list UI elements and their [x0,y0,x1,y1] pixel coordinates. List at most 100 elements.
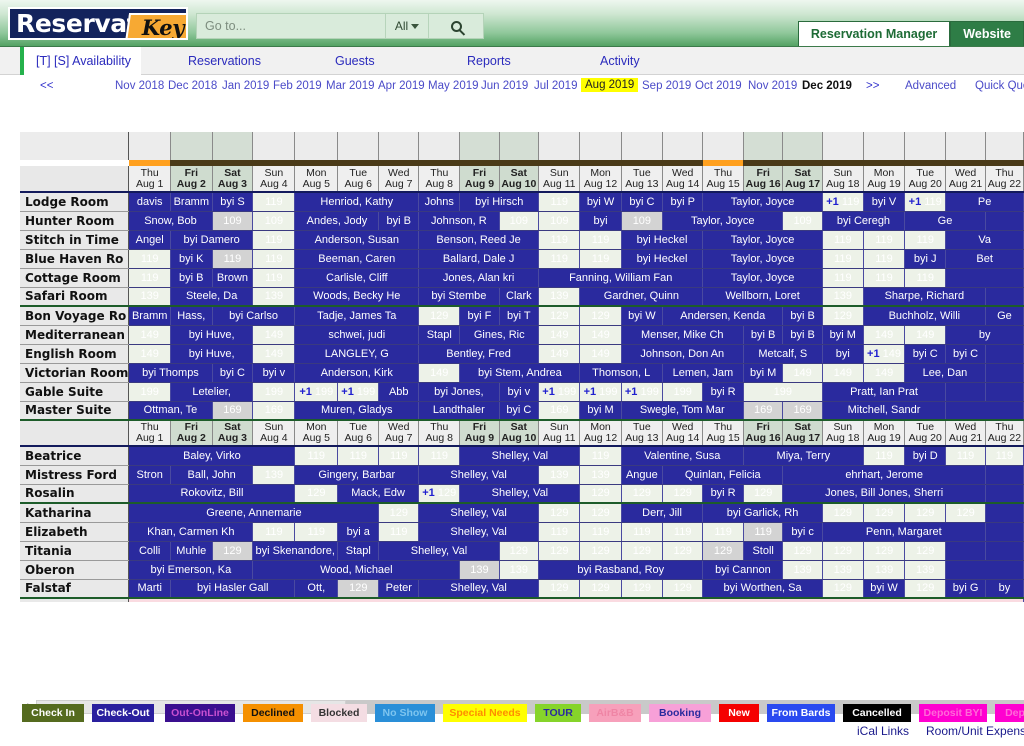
rate-cell[interactable]: 119 [252,249,296,269]
reservation-cell[interactable]: Ball, John [170,465,254,485]
room-name-cell[interactable]: Safari Room [20,287,130,307]
legend-item-tour[interactable]: TOUR [535,704,581,722]
reservation-cell[interactable]: byi C [621,192,664,212]
reservation-cell[interactable]: Taylor, Joyce [702,230,823,250]
reservation-cell[interactable]: byi Heckel [621,230,704,250]
rate-cell[interactable]: 119 [904,268,947,288]
reservation-cell[interactable]: byi C [904,344,947,364]
day-header-mid-19[interactable]: Tue Aug 20 [904,420,947,447]
month-link-8[interactable]: Jun 2019 [481,80,528,92]
reservation-cell[interactable]: Muhle [170,541,213,561]
rate-cell[interactable]: 149 [579,325,622,345]
rate-cell[interactable]: 129 [662,579,704,599]
reservation-cell[interactable]: Derr, Jill [621,503,704,523]
day-header-mid-17[interactable]: Sun Aug 18 [822,420,864,447]
rate-cell[interactable]: +1 149 [863,344,906,364]
reservation-cell[interactable]: schwei, judi [294,325,420,345]
reservation-cell[interactable]: Shelley, Val [459,484,581,504]
day-header-top-12[interactable]: Tue Aug 13 [621,166,664,193]
month-link-6[interactable]: Apr 2019 [378,80,425,92]
rate-cell[interactable]: 119 [418,446,461,466]
reservation-cell[interactable]: Stapl [337,541,380,561]
rate-cell[interactable]: 129 [212,541,254,561]
month-link-1[interactable]: Nov 2018 [115,80,164,92]
reservation-cell[interactable]: Bet [945,249,1024,269]
reservation-cell[interactable]: LANGLEY, G [294,344,420,364]
rate-cell[interactable]: 129 [621,484,664,504]
reservation-cell[interactable]: byi M [579,401,622,421]
reservation-cell[interactable]: byi P [662,192,704,212]
day-header-mid-0[interactable]: Thu Aug 1 [128,420,171,447]
rate-cell[interactable]: 119 [621,522,664,542]
reservation-cell[interactable]: byi Carlso [212,306,296,326]
reservation-cell[interactable] [985,484,1024,504]
reservation-cell[interactable]: byi Cannon [702,560,784,580]
reservation-cell[interactable]: Peter [378,579,420,599]
rate-cell[interactable]: 129 [743,484,784,504]
legend-item-airb-b[interactable]: AirB&B [589,704,641,722]
rate-cell[interactable]: 139 [822,287,864,307]
rate-cell[interactable]: 129 [662,541,704,561]
rate-cell[interactable]: 149 [863,363,906,383]
month-link-16[interactable]: Advanced [905,80,956,92]
rate-cell[interactable]: 129 [822,306,864,326]
month-link-11[interactable]: Sep 2019 [642,80,691,92]
rate-cell[interactable]: 119 [945,446,986,466]
rate-cell[interactable]: 119 [579,230,622,250]
reservation-cell[interactable]: byi T [499,306,540,326]
reservation-cell[interactable]: Shelley, Val [418,503,540,523]
month-link-7[interactable]: May 2019 [428,80,479,92]
reservation-cell[interactable]: Johns [418,192,461,212]
rate-cell[interactable]: 149 [418,363,461,383]
reservation-cell[interactable]: byi R [702,484,744,504]
rate-cell[interactable]: 119 [538,522,581,542]
blocked-cell[interactable] [128,598,1024,602]
reservation-cell[interactable]: davis [128,192,171,212]
rate-cell[interactable]: 119 [378,446,420,466]
reservation-cell[interactable]: Mitchell, Sandr [822,401,947,421]
global-search[interactable]: All [196,13,484,39]
reservation-cell[interactable]: Shelley, Val [418,579,540,599]
reservation-cell[interactable]: Hass, [170,306,213,326]
reservation-cell[interactable]: Lee, Dan [904,363,986,383]
rate-cell[interactable]: 149 [822,363,864,383]
room-name-cell[interactable]: Elizabeth [20,522,130,542]
legend-item-no-show[interactable]: No Show [375,704,435,722]
rate-cell[interactable]: 129 [702,541,744,561]
reservation-cell[interactable]: Taylor, Joyce [662,211,784,231]
day-header-top-13[interactable]: Wed Aug 14 [662,166,704,193]
day-header-top-16[interactable]: Sat Aug 17 [782,166,823,193]
search-scope-select[interactable]: All [385,14,429,38]
reservation-cell[interactable]: by [985,579,1024,599]
rate-cell[interactable]: 199 [662,382,704,402]
day-header-mid-4[interactable]: Mon Aug 5 [294,420,339,447]
day-header-top-9[interactable]: Sat Aug 10 [499,166,540,193]
rate-cell[interactable]: 119 [863,230,906,250]
reservation-cell[interactable]: Muren, Gladys [294,401,420,421]
reservation-cell[interactable]: byi W [621,306,664,326]
reservation-cell[interactable] [945,401,1024,421]
reservation-cell[interactable] [985,382,1024,402]
rate-cell[interactable]: 119 [378,522,420,542]
day-header-top-0[interactable]: Thu Aug 1 [128,166,171,193]
reservation-cell[interactable]: Khan, Carmen Kh [128,522,254,542]
reservation-cell[interactable]: Bramm [170,192,213,212]
day-header-mid-1[interactable]: Fri Aug 2 [170,420,213,447]
nav-item-guests[interactable]: Guests [325,47,385,75]
reservation-cell[interactable] [945,560,1024,580]
rate-cell[interactable]: 139 [782,560,823,580]
reservation-cell[interactable]: Ge [985,306,1024,326]
reservation-cell[interactable]: Abb [378,382,420,402]
rate-cell[interactable]: 119 [822,230,864,250]
month-link-5[interactable]: Mar 2019 [326,80,375,92]
rate-cell[interactable]: 139 [904,560,947,580]
day-header-mid-16[interactable]: Sat Aug 17 [782,420,823,447]
rate-cell[interactable]: 139 [538,287,581,307]
nav-item-reports[interactable]: Reports [457,47,521,75]
reservation-cell[interactable]: byi C [945,344,986,364]
reservation-cell[interactable]: ehrhart, Jerome [782,465,986,485]
day-header-top-18[interactable]: Mon Aug 19 [863,166,906,193]
rate-cell[interactable]: +1 199 [294,382,339,402]
reservation-cell[interactable]: Colli [128,541,171,561]
reservation-cell[interactable]: Carlisle, Cliff [294,268,420,288]
